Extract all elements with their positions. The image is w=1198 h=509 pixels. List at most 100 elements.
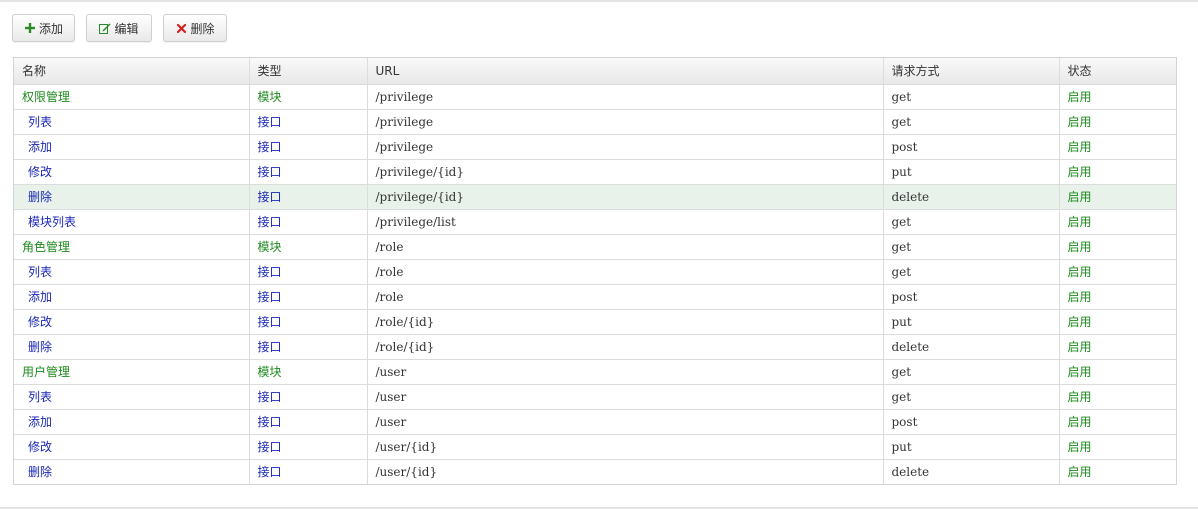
table-header-row: 名称 类型 URL 请求方式 状态 — [14, 58, 1176, 85]
cell-type: 接口 — [249, 434, 368, 460]
table-row[interactable]: 添加 接口/role post 启用 — [14, 284, 1176, 310]
cell-method: get — [883, 234, 1060, 260]
cell-url: /privilege/{id} — [367, 159, 884, 185]
cell-url: /role/{id} — [367, 334, 884, 360]
cell-url: /user — [367, 409, 884, 435]
edit-button[interactable]: 编辑 — [86, 14, 152, 42]
cell-status: 启用 — [1059, 434, 1176, 460]
table-row[interactable]: 删除 接口/role/{id} delete 启用 — [14, 334, 1176, 360]
cell-method: post — [883, 284, 1060, 310]
cell-url: /privilege — [367, 109, 884, 135]
cell-name: 修改 — [14, 309, 250, 335]
table-row[interactable]: 列表 接口/privilege get 启用 — [14, 109, 1176, 135]
cell-type: 接口 — [249, 134, 368, 160]
cell-name: 添加 — [14, 134, 250, 160]
cell-type: 模块 — [249, 234, 368, 260]
cell-method: get — [883, 259, 1060, 285]
cell-type: 接口 — [249, 334, 368, 360]
cell-type: 接口 — [249, 184, 368, 210]
column-header-url[interactable]: URL — [367, 58, 884, 85]
cell-method: post — [883, 409, 1060, 435]
edit-icon — [99, 22, 111, 34]
cell-type: 接口 — [249, 209, 368, 235]
top-divider — [0, 0, 1198, 2]
cell-url: /user — [367, 359, 884, 385]
cell-name: 修改 — [14, 434, 250, 460]
table-row[interactable]: 用户管理 模块/user get 启用 — [14, 359, 1176, 385]
cell-url: /privilege/{id} — [367, 184, 884, 210]
cell-status: 启用 — [1059, 84, 1176, 110]
data-grid: 名称 类型 URL 请求方式 状态 权限管理 模块/privilege get 启用列… — [13, 57, 1177, 485]
table-row[interactable]: 删除 接口/user/{id} delete 启用 — [14, 459, 1176, 484]
table-row[interactable]: 模块列表 接口/privilege/list get 启用 — [14, 209, 1176, 235]
add-button[interactable]: 添加 — [12, 14, 75, 42]
delete-button-label: 删除 — [190, 21, 215, 36]
table-row[interactable]: 删除 接口/privilege/{id} delete 启用 — [14, 184, 1176, 210]
delete-button[interactable]: 删除 — [163, 14, 227, 42]
cell-type: 模块 — [249, 359, 368, 385]
cell-status: 启用 — [1059, 259, 1176, 285]
cell-status: 启用 — [1059, 409, 1176, 435]
cell-method: get — [883, 384, 1060, 410]
cell-type: 模块 — [249, 84, 368, 110]
cell-name: 模块列表 — [14, 209, 250, 235]
table-row[interactable]: 添加 接口/user post 启用 — [14, 409, 1176, 435]
cell-method: get — [883, 359, 1060, 385]
column-header-type[interactable]: 类型 — [249, 58, 368, 85]
cell-type: 接口 — [249, 459, 368, 484]
table-row[interactable]: 修改 接口/role/{id} put 启用 — [14, 309, 1176, 335]
column-header-method[interactable]: 请求方式 — [883, 58, 1060, 85]
cell-name: 用户管理 — [14, 359, 250, 385]
table-row[interactable]: 添加 接口/privilege post 启用 — [14, 134, 1176, 160]
cell-method: delete — [883, 334, 1060, 360]
table-row[interactable]: 修改 接口/user/{id} put 启用 — [14, 434, 1176, 460]
add-button-label: 添加 — [38, 21, 63, 36]
cell-name: 删除 — [14, 459, 250, 484]
table-row[interactable]: 角色管理 模块/role get 启用 — [14, 234, 1176, 260]
cell-method: put — [883, 309, 1060, 335]
cell-status: 启用 — [1059, 184, 1176, 210]
table-row[interactable]: 列表 接口/user get 启用 — [14, 384, 1176, 410]
cell-name: 权限管理 — [14, 84, 250, 110]
cell-url: /user/{id} — [367, 459, 884, 484]
cell-status: 启用 — [1059, 334, 1176, 360]
table-row[interactable]: 权限管理 模块/privilege get 启用 — [14, 84, 1176, 110]
cell-url: /privilege — [367, 84, 884, 110]
cell-type: 接口 — [249, 309, 368, 335]
cell-type: 接口 — [249, 159, 368, 185]
cell-name: 修改 — [14, 159, 250, 185]
cell-url: /role — [367, 284, 884, 310]
privilege-table: 名称 类型 URL 请求方式 状态 权限管理 模块/privilege get 启用列… — [14, 58, 1176, 484]
cell-name: 列表 — [14, 259, 250, 285]
column-header-name[interactable]: 名称 — [14, 58, 250, 85]
cell-name: 删除 — [14, 184, 250, 210]
cell-method: get — [883, 109, 1060, 135]
cell-method: delete — [883, 459, 1060, 484]
edit-button-label: 编辑 — [114, 21, 139, 36]
cell-status: 启用 — [1059, 134, 1176, 160]
plus-icon — [24, 22, 36, 34]
cell-method: get — [883, 84, 1060, 110]
cell-status: 启用 — [1059, 359, 1176, 385]
cell-status: 启用 — [1067, 465, 1092, 480]
column-header-status[interactable]: 状态 — [1059, 58, 1176, 85]
cell-name: 添加 — [14, 409, 250, 435]
cell-status: 启用 — [1059, 159, 1176, 185]
table-row[interactable]: 列表 接口/role get 启用 — [14, 259, 1176, 285]
cell-url: /privilege/list — [367, 209, 884, 235]
cell-status: 启用 — [1059, 234, 1176, 260]
cell-name: 删除 — [14, 334, 250, 360]
cell-status: 启用 — [1059, 309, 1176, 335]
cell-type: 接口 — [249, 384, 368, 410]
cell-url: /user/{id} — [367, 434, 884, 460]
cell-status: 启用 — [1059, 384, 1176, 410]
cell-method: get — [883, 209, 1060, 235]
cell-type: 接口 — [249, 109, 368, 135]
cell-url: /privilege — [367, 134, 884, 160]
cell-type: 接口 — [249, 284, 368, 310]
cell-method: delete — [883, 184, 1060, 210]
table-row[interactable]: 修改 接口/privilege/{id} put 启用 — [14, 159, 1176, 185]
cell-type: 接口 — [249, 259, 368, 285]
cell-method: put — [883, 434, 1060, 460]
cell-url: /role — [367, 259, 884, 285]
